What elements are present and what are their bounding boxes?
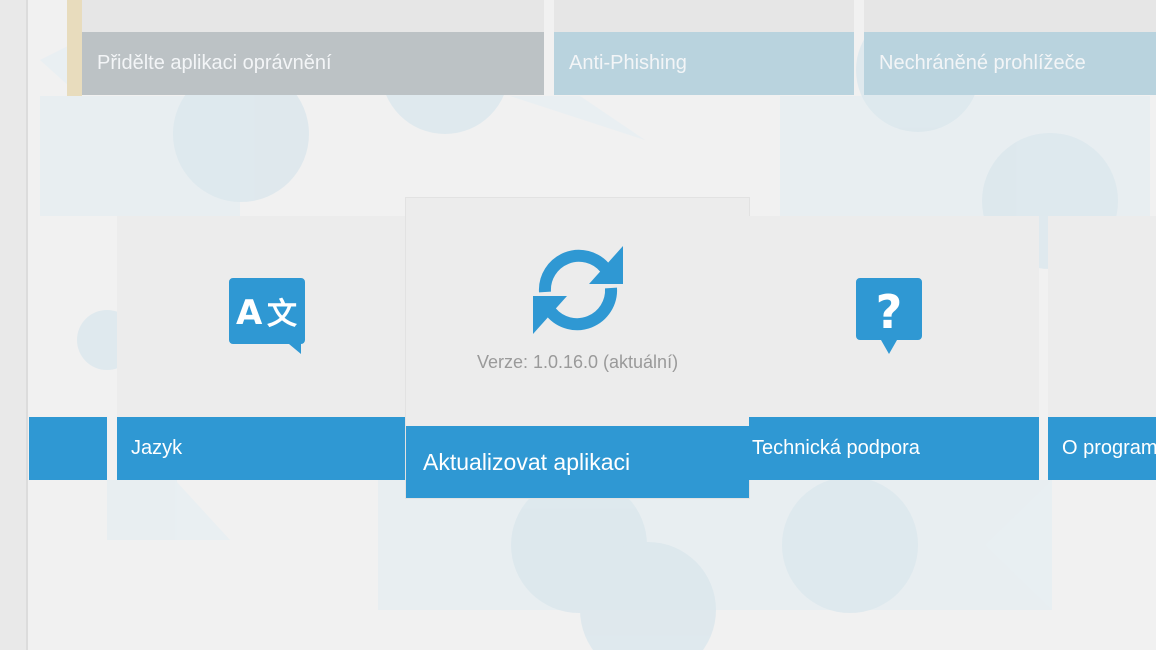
top-row: Přidělte aplikaci oprávnění Anti-Phishin… xyxy=(0,0,1156,96)
update-tile-label: Aktualizovat aplikaci xyxy=(406,426,749,498)
version-text: Verze: 1.0.16.0 (aktuální) xyxy=(476,352,679,372)
permissions-card[interactable]: Přidělte aplikaci oprávnění xyxy=(82,32,544,95)
language-tile-label: Jazyk xyxy=(117,417,417,480)
question-bubble-icon: ? xyxy=(856,278,922,359)
tile-partial-left-label xyxy=(29,417,107,480)
top-card-cap xyxy=(554,0,854,32)
refresh-icon xyxy=(533,246,623,339)
translate-icon: A 文 xyxy=(229,278,305,361)
svg-text:文: 文 xyxy=(267,297,297,332)
unprotected-browsers-card[interactable]: Nechráněné prohlížeče xyxy=(864,32,1156,95)
permissions-card-label: Přidělte aplikaci oprávnění xyxy=(97,52,332,74)
svg-text:A: A xyxy=(236,293,263,333)
tile-partial-left[interactable] xyxy=(29,216,107,480)
accent-bar xyxy=(67,0,82,96)
anti-phishing-card[interactable]: Anti-Phishing xyxy=(554,32,854,95)
top-card-cap xyxy=(864,0,1156,32)
unprotected-browsers-card-label: Nechráněné prohlížeče xyxy=(879,52,1086,74)
about-tile[interactable]: O program xyxy=(1048,216,1156,480)
anti-phishing-card-label: Anti-Phishing xyxy=(569,52,687,74)
update-tile[interactable]: Aktualizovat aplikaci xyxy=(406,198,749,498)
top-card-cap xyxy=(82,0,544,32)
svg-text:?: ? xyxy=(876,285,903,339)
about-tile-label: O program xyxy=(1048,417,1156,480)
support-tile-label: Technická podpora xyxy=(749,417,1039,480)
